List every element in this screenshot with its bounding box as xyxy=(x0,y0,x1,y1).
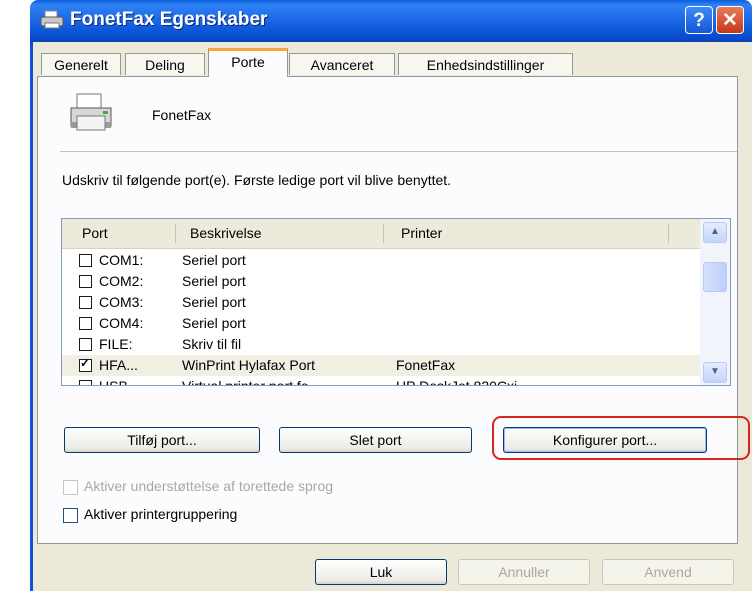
port-checkbox[interactable] xyxy=(79,338,92,351)
port-description: Seriel port xyxy=(182,273,246,289)
column-divider[interactable] xyxy=(383,224,384,243)
port-name: COM2: xyxy=(99,273,144,289)
ports-list[interactable]: Port Beskrivelse Printer COM1: Seriel po… xyxy=(61,218,731,386)
printer-icon xyxy=(70,93,112,131)
tab-porte[interactable]: Porte xyxy=(208,48,288,77)
port-description: Skriv til fil xyxy=(182,336,242,352)
port-name: COM3: xyxy=(99,294,144,310)
port-name: FILE: xyxy=(99,336,133,352)
port-row[interactable]: COM1: Seriel port xyxy=(62,250,700,271)
column-divider[interactable] xyxy=(175,224,176,243)
tab-avanceret[interactable]: Avanceret xyxy=(289,53,395,75)
port-row[interactable]: FILE: Skriv til fil xyxy=(62,334,700,355)
port-row[interactable]: USB... Virtual printer port fo... HP Des… xyxy=(62,376,700,386)
close-window-button[interactable]: ✕ xyxy=(716,6,744,34)
ports-list-scrollbar[interactable]: ▲ ▼ xyxy=(700,219,730,385)
close-button[interactable]: Luk xyxy=(315,559,447,585)
port-checkbox-checked[interactable] xyxy=(79,356,92,372)
port-printer: FonetFax xyxy=(396,357,456,373)
printer-pooling-checkbox[interactable] xyxy=(63,508,78,523)
ports-list-header: Port Beskrivelse Printer xyxy=(62,219,700,249)
port-name: USB... xyxy=(99,378,140,386)
port-checkbox[interactable] xyxy=(79,254,92,267)
separator xyxy=(60,151,737,152)
port-checkbox[interactable] xyxy=(79,296,92,309)
scroll-up-icon[interactable]: ▲ xyxy=(703,222,727,243)
properties-dialog: FonetFax Egenskaber ? ✕ Generelt Deling … xyxy=(30,0,752,591)
configure-port-highlight xyxy=(492,416,750,460)
port-row[interactable]: COM4: Seriel port xyxy=(62,313,700,334)
help-button[interactable]: ? xyxy=(685,6,713,34)
ports-instruction: Udskriv til følgende port(e). Første led… xyxy=(62,172,452,188)
port-description: Seriel port xyxy=(182,294,246,310)
printer-pooling-label: Aktiver printergruppering xyxy=(84,506,238,522)
port-checkbox[interactable] xyxy=(79,275,92,288)
port-description: Virtual printer port fo... xyxy=(182,378,321,386)
tab-deling[interactable]: Deling xyxy=(125,53,205,75)
add-port-button[interactable]: Tilføj port... xyxy=(64,427,260,453)
bidirectional-support-label: Aktiver understøttelse af torettede spro… xyxy=(84,478,334,494)
printer-icon xyxy=(40,10,64,29)
port-name: HFA... xyxy=(99,357,138,373)
printer-name: FonetFax xyxy=(152,107,212,123)
column-divider[interactable] xyxy=(668,224,669,243)
tab-generelt[interactable]: Generelt xyxy=(41,53,121,75)
window-title: FonetFax Egenskaber xyxy=(70,9,268,30)
column-header-printer[interactable]: Printer xyxy=(401,225,442,241)
port-description: Seriel port xyxy=(182,252,246,268)
port-row[interactable]: COM3: Seriel port xyxy=(62,292,700,313)
port-name: COM4: xyxy=(99,315,144,331)
bidirectional-support-checkbox[interactable] xyxy=(63,480,78,495)
tab-enhedsindstillinger[interactable]: Enhedsindstillinger xyxy=(398,53,573,75)
apply-button[interactable]: Anvend xyxy=(602,559,734,585)
delete-port-button[interactable]: Slet port xyxy=(279,427,472,453)
scroll-thumb[interactable] xyxy=(703,262,727,292)
column-header-port[interactable]: Port xyxy=(82,225,108,241)
port-description: Seriel port xyxy=(182,315,246,331)
port-checkbox[interactable] xyxy=(79,380,92,385)
port-row-selected[interactable]: HFA... WinPrint Hylafax Port FonetFax xyxy=(62,355,700,376)
port-description: WinPrint Hylafax Port xyxy=(182,357,316,373)
port-checkbox[interactable] xyxy=(79,317,92,330)
port-row[interactable]: COM2: Seriel port xyxy=(62,271,700,292)
cancel-button[interactable]: Annuller xyxy=(458,559,590,585)
port-printer: HP DeskJet 820Cxi xyxy=(396,378,518,386)
column-header-description[interactable]: Beskrivelse xyxy=(190,225,262,241)
port-name: COM1: xyxy=(99,252,144,268)
scroll-down-icon[interactable]: ▼ xyxy=(703,362,727,383)
title-bar[interactable]: FonetFax Egenskaber ? ✕ xyxy=(30,0,752,42)
